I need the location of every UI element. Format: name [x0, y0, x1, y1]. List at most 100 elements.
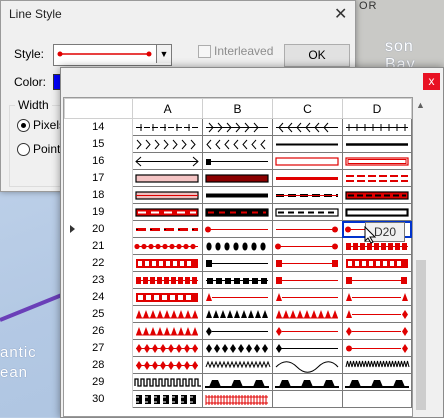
line-style-cell-c25[interactable]: [272, 305, 343, 323]
row-header[interactable]: 27: [64, 339, 134, 357]
row-header[interactable]: 29: [64, 373, 134, 391]
vertical-scrollbar[interactable]: ▲: [413, 97, 429, 415]
row-header[interactable]: 24: [64, 288, 134, 306]
line-style-cell-b25[interactable]: [202, 305, 273, 323]
line-style-cell-c15[interactable]: [272, 135, 343, 153]
line-style-cell-d29[interactable]: [341, 373, 412, 391]
line-style-cell-b19[interactable]: [202, 203, 273, 221]
row-header[interactable]: 19: [64, 203, 134, 221]
scroll-up-icon[interactable]: ▲: [416, 100, 425, 110]
line-style-cell-b29[interactable]: [202, 373, 273, 391]
line-style-cell-b17[interactable]: [202, 169, 273, 187]
line-style-cell-a16[interactable]: [132, 152, 204, 170]
ok-button[interactable]: OK: [284, 44, 350, 67]
line-style-cell-d30[interactable]: [341, 390, 412, 408]
line-style-cell-c16[interactable]: [272, 152, 343, 170]
line-style-cell-b22[interactable]: [202, 254, 273, 272]
row-header[interactable]: 28: [64, 356, 134, 374]
line-style-cell-d16[interactable]: [341, 152, 412, 170]
line-style-cell-c22[interactable]: [272, 254, 343, 272]
interleaved-checkbox[interactable]: [198, 45, 211, 58]
line-style-cell-c18[interactable]: [272, 186, 343, 204]
line-style-cell-d15[interactable]: [341, 135, 412, 153]
line-style-cell-c30[interactable]: [272, 390, 343, 408]
column-header-b[interactable]: B: [202, 98, 273, 119]
line-style-cell-c19[interactable]: [272, 203, 343, 221]
line-style-cell-b26[interactable]: [202, 322, 273, 340]
line-style-swatch: [136, 139, 196, 149]
line-style-cell-a18[interactable]: [132, 186, 204, 204]
row-header[interactable]: 25: [64, 305, 134, 323]
row-header[interactable]: 16: [64, 152, 134, 170]
line-style-cell-d26[interactable]: [341, 322, 412, 340]
line-style-cell-b24[interactable]: [202, 288, 273, 306]
line-style-cell-a23[interactable]: [132, 271, 204, 289]
row-header[interactable]: 30: [64, 390, 134, 408]
line-style-cell-d17[interactable]: [341, 169, 412, 187]
line-style-cell-c14[interactable]: [272, 118, 343, 136]
line-style-cell-d18[interactable]: [341, 186, 412, 204]
line-style-cell-d28[interactable]: [341, 356, 412, 374]
line-style-cell-a26[interactable]: [132, 322, 204, 340]
line-style-cell-b20[interactable]: [202, 220, 273, 238]
line-style-cell-c23[interactable]: [272, 271, 343, 289]
line-style-cell-d14[interactable]: [341, 118, 412, 136]
palette-close-button[interactable]: x: [423, 73, 440, 90]
line-style-cell-b16[interactable]: [202, 152, 273, 170]
line-style-cell-b15[interactable]: [202, 135, 273, 153]
line-style-cell-a28[interactable]: [132, 356, 204, 374]
line-style-cell-a25[interactable]: [132, 305, 204, 323]
line-style-cell-b14[interactable]: [202, 118, 273, 136]
line-style-cell-c24[interactable]: [272, 288, 343, 306]
column-header-d[interactable]: D: [341, 98, 412, 119]
row-header[interactable]: 17: [64, 169, 134, 187]
line-style-cell-d24[interactable]: [341, 288, 412, 306]
line-style-cell-c20[interactable]: [272, 220, 343, 238]
close-icon[interactable]: ✕: [334, 4, 347, 24]
line-style-cell-d23[interactable]: [341, 271, 412, 289]
line-style-cell-a14[interactable]: [132, 118, 204, 136]
line-style-cell-c26[interactable]: [272, 322, 343, 340]
line-style-cell-b18[interactable]: [202, 186, 273, 204]
row-header[interactable]: 21: [64, 237, 134, 255]
chevron-down-icon[interactable]: ▼: [156, 45, 171, 63]
line-style-cell-a27[interactable]: [132, 339, 204, 357]
row-header[interactable]: 18: [64, 186, 134, 204]
pixels-radio[interactable]: [17, 119, 30, 132]
scrollbar-thumb[interactable]: [416, 260, 426, 410]
line-style-cell-a17[interactable]: [132, 169, 204, 187]
line-style-cell-d25[interactable]: [341, 305, 412, 323]
line-style-cell-c27[interactable]: [272, 339, 343, 357]
column-header-c[interactable]: C: [272, 98, 343, 119]
line-style-cell-d22[interactable]: [341, 254, 412, 272]
line-style-cell-a29[interactable]: [132, 373, 204, 391]
line-style-cell-b27[interactable]: [202, 339, 273, 357]
line-style-cell-c29[interactable]: [272, 373, 343, 391]
line-style-cell-a30[interactable]: [132, 390, 204, 408]
line-style-cell-a22[interactable]: [132, 254, 204, 272]
line-style-cell-a20[interactable]: [132, 220, 204, 238]
line-style-cell-d27[interactable]: [341, 339, 412, 357]
line-style-cell-b28[interactable]: [202, 356, 273, 374]
line-style-cell-c17[interactable]: [272, 169, 343, 187]
line-style-cell-b30[interactable]: [202, 390, 273, 408]
row-header[interactable]: 20: [64, 220, 134, 238]
line-style-cell-b21[interactable]: [202, 237, 273, 255]
row-header[interactable]: 26: [64, 322, 134, 340]
row-header[interactable]: 22: [64, 254, 134, 272]
line-style-cell-c28[interactable]: [272, 356, 343, 374]
row-header[interactable]: 15: [64, 135, 134, 153]
line-style-cell-a24[interactable]: [132, 288, 204, 306]
row-header[interactable]: 23: [64, 271, 134, 289]
style-combobox[interactable]: ▼: [53, 44, 172, 66]
line-style-cell-a19[interactable]: [132, 203, 204, 221]
line-style-cell-a15[interactable]: [132, 135, 204, 153]
line-style-swatch: [206, 326, 269, 336]
line-style-cell-a21[interactable]: [132, 237, 204, 255]
line-style-cell-c21[interactable]: [272, 237, 343, 255]
line-style-cell-d19[interactable]: [341, 203, 412, 221]
row-header[interactable]: 14: [64, 118, 134, 136]
column-header-a[interactable]: A: [132, 98, 204, 119]
points-radio[interactable]: [17, 143, 30, 156]
line-style-cell-b23[interactable]: [202, 271, 273, 289]
